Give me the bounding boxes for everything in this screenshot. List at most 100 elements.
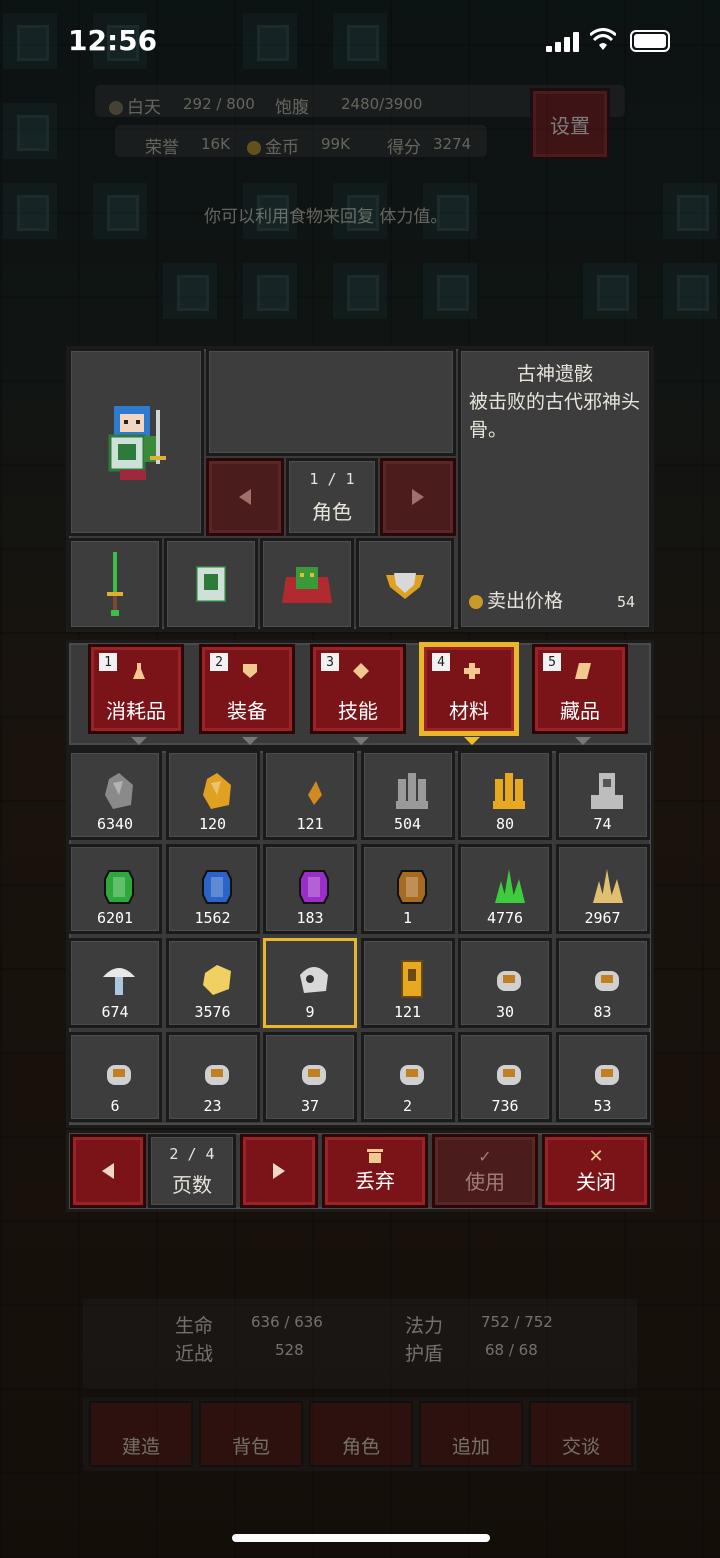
item-slot[interactable]: 9: [263, 938, 357, 1028]
item-slot[interactable]: 1: [360, 844, 455, 934]
item-count: 120: [198, 815, 227, 833]
bottom-hud: 生命 636 / 636 法力 752 / 752 近战 528 护盾 68 /…: [80, 1296, 640, 1476]
item-slot[interactable]: 121: [263, 750, 357, 840]
moon-rune-icon: [107, 1065, 131, 1085]
amethyst-icon: [299, 870, 329, 904]
resource-bar: 荣誉 16K 金币 99K 得分 3274: [112, 122, 490, 160]
item-slot[interactable]: 183: [263, 844, 357, 934]
emerald-icon: [104, 870, 134, 904]
tab-arrow-icon: [575, 737, 591, 745]
tab-number: 4: [432, 653, 450, 671]
tab-arrow-icon: [131, 737, 147, 745]
tab-3[interactable]: 3 技能: [310, 644, 406, 745]
item-count: 9: [305, 1003, 315, 1021]
item-description-panel: 古神遗骸 被击败的古代邪神头骨。 卖出价格 54: [458, 348, 652, 630]
item-count: 37: [300, 1097, 320, 1115]
armor-value: 68 / 68: [485, 1341, 538, 1359]
tab-number: 3: [321, 653, 339, 671]
mp-value: 752 / 752: [481, 1313, 553, 1331]
item-count: 4776: [486, 909, 524, 927]
item-title: 古神遗骸: [516, 363, 593, 385]
item-slot[interactable]: 674: [68, 938, 162, 1028]
satiety-value: 2480/3900: [341, 95, 423, 113]
item-slot[interactable]: 37: [263, 1032, 357, 1122]
hp-value: 636 / 636: [251, 1313, 323, 1331]
equip-slot-weapon[interactable]: [68, 538, 162, 630]
item-slot[interactable]: 6: [68, 1032, 162, 1122]
item-slot[interactable]: 6340: [68, 750, 162, 840]
item-count: 80: [495, 815, 515, 833]
item-slot[interactable]: 2: [360, 1032, 455, 1122]
prev-character-button[interactable]: [206, 458, 284, 536]
nav-button-2[interactable]: 背包: [199, 1401, 303, 1467]
nav-label: 交谈: [561, 1436, 600, 1458]
item-count: 121: [296, 815, 324, 833]
tab-label: 消耗品: [106, 699, 166, 723]
item-slot[interactable]: 74: [555, 750, 650, 840]
item-slot[interactable]: 80: [458, 750, 552, 840]
equip-slot-shield[interactable]: [356, 538, 454, 630]
close-button[interactable]: ✕ 关闭: [542, 1134, 650, 1208]
score-value: 3274: [433, 135, 472, 153]
tab-4[interactable]: 4 材料: [421, 644, 517, 745]
nav-button-3[interactable]: 角色: [309, 1401, 413, 1467]
arrow-left-icon: [102, 1163, 114, 1179]
scroll-icon: [575, 663, 591, 679]
green-crystal-icon: [495, 869, 525, 903]
settings-button[interactable]: 设置: [530, 88, 610, 160]
item-slot[interactable]: 2967: [555, 844, 650, 934]
triangle-rune-icon: [497, 1065, 521, 1085]
tab-5[interactable]: 5 藏品: [532, 644, 628, 745]
item-count: 1562: [194, 909, 231, 927]
use-button[interactable]: ✓ 使用: [432, 1134, 538, 1208]
next-page-button[interactable]: [240, 1134, 318, 1208]
home-indicator[interactable]: [232, 1534, 490, 1542]
melee-label: 近战: [175, 1343, 214, 1365]
item-slot[interactable]: 30: [458, 938, 552, 1028]
item-slot[interactable]: 504: [360, 750, 455, 840]
use-label: 使用: [465, 1170, 505, 1194]
tab-1[interactable]: 1 消耗品: [88, 644, 184, 745]
amber-shard-icon: [308, 781, 322, 805]
gold-coin-icon: [247, 141, 261, 155]
equip-slot-cape[interactable]: [260, 538, 354, 630]
item-slot[interactable]: 3576: [165, 938, 260, 1028]
item-slot[interactable]: 83: [555, 938, 650, 1028]
character-portrait[interactable]: [68, 348, 204, 536]
mushroom-icon: [103, 968, 135, 995]
honor-label: 荣誉: [145, 138, 179, 158]
nav-label: 建造: [121, 1436, 160, 1458]
nav-button-4[interactable]: 追加: [419, 1401, 523, 1467]
item-count: 736: [491, 1097, 519, 1115]
topaz-icon: [396, 870, 427, 904]
equip-slot-armor[interactable]: [164, 538, 258, 630]
nav-button-1[interactable]: 建造: [89, 1401, 193, 1467]
tab-2[interactable]: 2 装备: [199, 644, 295, 745]
next-character-button[interactable]: [380, 458, 456, 536]
item-slot[interactable]: 736: [458, 1032, 552, 1122]
sapphire-icon: [201, 870, 232, 904]
orange-rune-icon: [497, 971, 521, 991]
discard-button[interactable]: 丢弃: [322, 1134, 428, 1208]
item-slot[interactable]: 4776: [458, 844, 552, 934]
item-slot[interactable]: 121: [360, 938, 455, 1028]
shield-icon: [243, 664, 257, 678]
nav-button-5[interactable]: 交谈: [529, 1401, 633, 1467]
prev-page-button[interactable]: [70, 1134, 146, 1208]
item-slot[interactable]: 1562: [165, 844, 260, 934]
item-slot[interactable]: 120: [165, 750, 260, 840]
mp-label: 法力: [405, 1315, 444, 1337]
item-slot[interactable]: 23: [165, 1032, 260, 1122]
sun-icon: [109, 101, 123, 115]
tip-main: 你可以利用食物来回复: [204, 207, 374, 227]
armor-label: 护盾: [405, 1343, 444, 1365]
bottom-nav: 建造 背包 角色 追加 交谈: [80, 1394, 640, 1474]
character-pager-count: 1 / 1: [309, 469, 355, 488]
item-slot[interactable]: 53: [555, 1032, 650, 1122]
day-label: 白天: [127, 98, 161, 118]
item-slot[interactable]: 6201: [68, 844, 162, 934]
page-label: 页数: [172, 1172, 212, 1197]
tab-arrow-icon: [242, 737, 258, 745]
close-icon: ✕: [588, 1145, 604, 1167]
discard-label: 丢弃: [355, 1168, 395, 1193]
